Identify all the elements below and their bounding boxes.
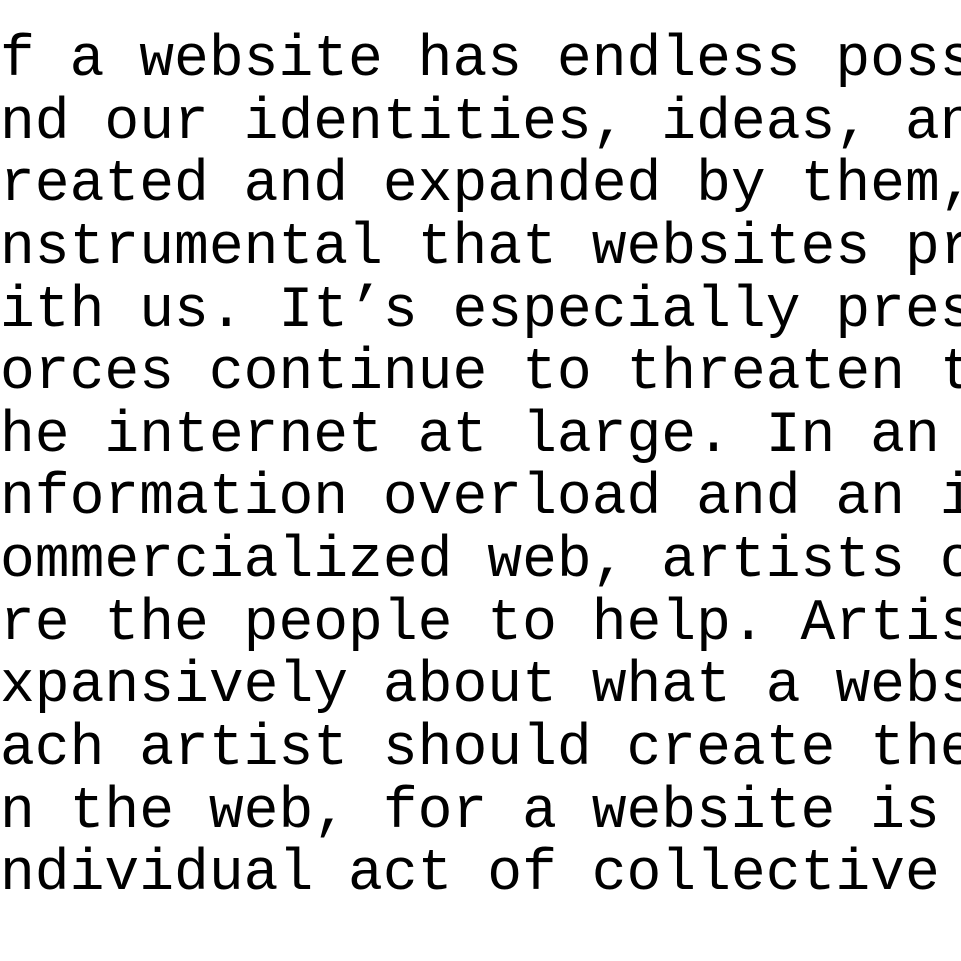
text-line-9: re the people to help. Artists can — [0, 594, 961, 657]
main-text-block: f a website has endless possibilitind ou… — [0, 0, 961, 907]
text-line-13: ndividual act of collective ambitio — [0, 844, 961, 907]
text-line-7: nformation overload and an increasi — [0, 468, 961, 531]
text-line-12: n the web, for a website is an — [0, 782, 961, 845]
text-line-1: nd our identities, ideas, and dream — [0, 93, 961, 156]
text-line-8: ommercialized web, artists of all t — [0, 531, 961, 594]
text-line-6: he internet at large. In an age of — [0, 406, 961, 469]
text-line-5: orces continue to threaten the web — [0, 343, 961, 406]
text-line-3: nstrumental that websites progress — [0, 218, 961, 281]
text-line-4: ith us. It’s especially pressing wh — [0, 281, 961, 344]
text-line-11: ach artist should create their own — [0, 719, 961, 782]
text-line-0: f a website has endless possibiliti — [0, 30, 961, 93]
text-line-2: reated and expanded by them, then i — [0, 155, 961, 218]
text-line-10: xpansively about what a website can — [0, 656, 961, 719]
